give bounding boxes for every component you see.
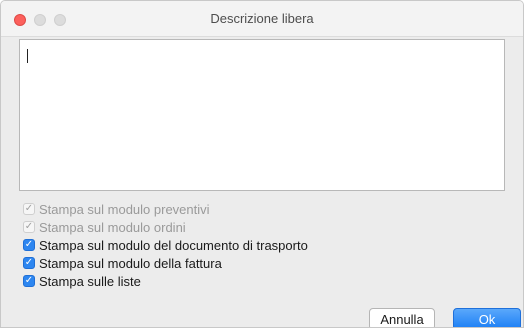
checkbox-documento-trasporto[interactable]: ✓ Stampa sul modulo del documento di tra…	[23, 237, 308, 253]
checkmark-icon[interactable]: ✓	[23, 239, 35, 251]
checkbox-label[interactable]: Stampa sulle liste	[39, 274, 141, 289]
ok-button[interactable]: Ok	[453, 308, 521, 327]
checkbox-label[interactable]: Stampa sul modulo della fattura	[39, 256, 222, 271]
checkmark-icon: ✓	[23, 221, 35, 233]
description-textarea[interactable]	[19, 39, 505, 191]
window-title: Descrizione libera	[210, 11, 314, 26]
checkbox-label[interactable]: Stampa sul modulo del documento di trasp…	[39, 238, 308, 253]
checkmark-icon: ✓	[23, 203, 35, 215]
cancel-button[interactable]: Annulla	[369, 308, 435, 327]
dialog-window: Descrizione libera ✓ Stampa sul modulo p…	[0, 0, 524, 328]
title-bar[interactable]: Descrizione libera	[1, 1, 523, 37]
checkbox-fattura[interactable]: ✓ Stampa sul modulo della fattura	[23, 255, 222, 271]
checkbox-label: Stampa sul modulo preventivi	[39, 201, 210, 217]
text-caret	[27, 49, 28, 63]
checkmark-icon[interactable]: ✓	[23, 257, 35, 269]
checkmark-icon[interactable]: ✓	[23, 275, 35, 287]
checkbox-ordini: ✓ Stampa sul modulo ordini	[23, 219, 186, 235]
checkbox-liste[interactable]: ✓ Stampa sulle liste	[23, 273, 141, 289]
checkbox-preventivi: ✓ Stampa sul modulo preventivi	[23, 201, 210, 217]
checkbox-label: Stampa sul modulo ordini	[39, 219, 186, 235]
